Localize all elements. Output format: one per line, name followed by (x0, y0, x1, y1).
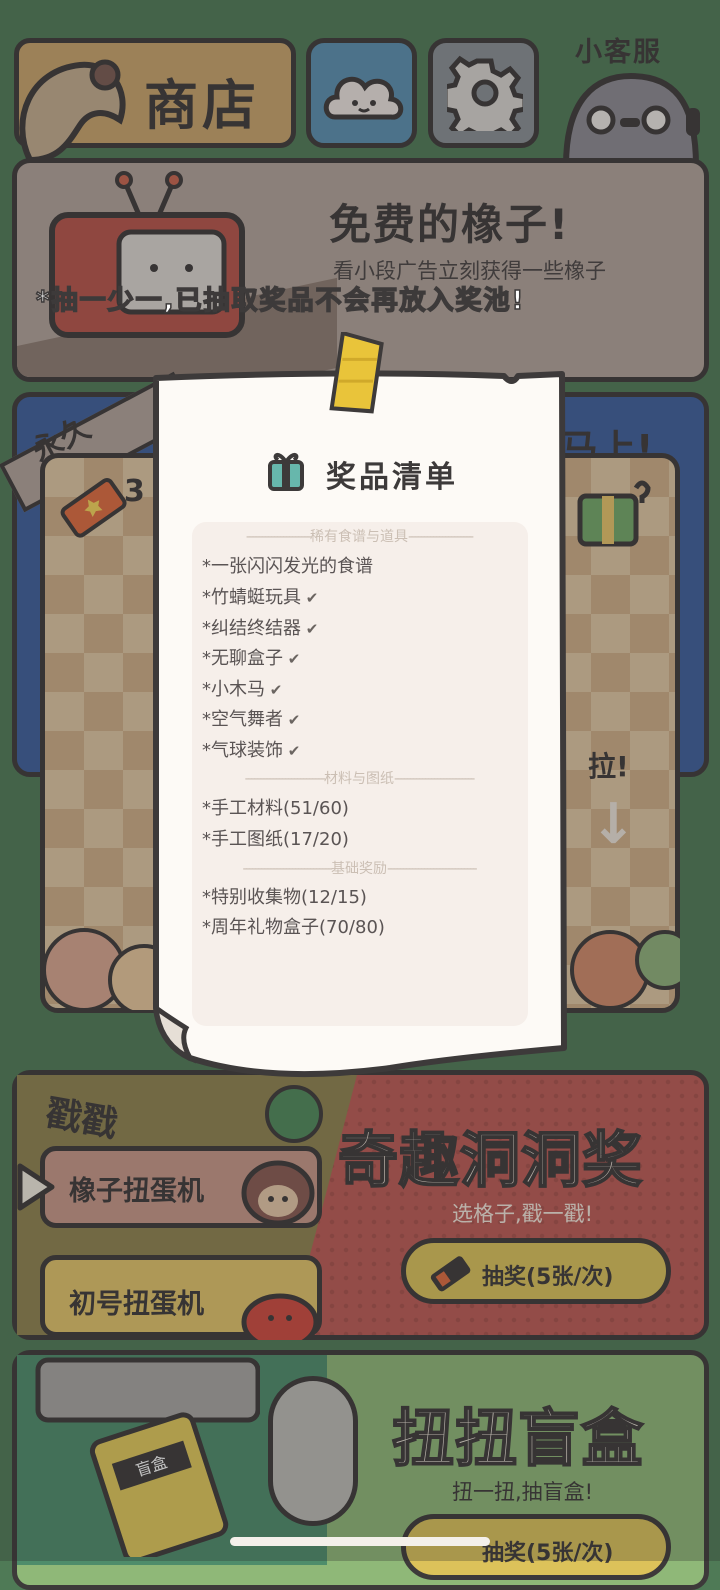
prize-item-label: *空气舞者 (202, 709, 283, 730)
list-item: *一张闪闪发光的食谱 (202, 552, 373, 578)
list-item: *无聊盒子 ✔ (202, 644, 300, 670)
capsule-balls-right (570, 915, 695, 1010)
blind-box-subtitle: 扭一扭,抽盲盒! (452, 1480, 594, 1504)
blind-box-draw-label: 抽奖(5张/次) (482, 1541, 614, 1566)
list-item: *手工图纸(17/20) (202, 825, 349, 851)
list-item: *特别收集物(12/15) (202, 883, 367, 909)
list-item: *气球装饰 ✔ (202, 736, 300, 762)
prize-list-title: 奖品清单 (326, 460, 458, 495)
gear-icon (447, 55, 523, 131)
prize-list-header: 奖品清单 (266, 446, 466, 495)
mystery-gift-icon (574, 474, 654, 554)
section-title-materials: 材料与图纸 (324, 771, 394, 787)
blind-box-title: 扭扭盲盒 (391, 1401, 645, 1476)
hole-prize-title: 奇趣洞洞奖 (337, 1125, 643, 1197)
list-item: *手工材料(51/60) (202, 794, 349, 820)
prize-list-panel[interactable]: ---------------------稀有食谱与道具------------… (192, 522, 528, 1026)
list-item: *空气舞者 ✔ (202, 705, 300, 731)
gift-icon (268, 453, 304, 491)
prize-item-label: *气球装饰 (202, 740, 283, 761)
list-item: *竹蜻蜓玩具 ✔ (202, 583, 318, 609)
ticket-icon (58, 472, 128, 542)
prize-item-label: *一张闪闪发光的食谱 (202, 556, 373, 577)
prize-item-label: *无聊盒子 (202, 648, 283, 669)
section-header: --------------------------材料与图纸---------… (244, 771, 476, 787)
draw-rule-notice: *抽一少一,已抽取奖品不会再放入奖池! (35, 285, 526, 317)
checkmark-icon: ✔ (283, 742, 301, 760)
checkmark-icon: ✔ (265, 681, 283, 699)
prize-item-label: *特别收集物(12/15) (202, 887, 367, 908)
red-bird-icon (241, 1293, 319, 1340)
capsule-tube (268, 1376, 358, 1526)
prize-item-label: *手工图纸(17/20) (202, 829, 349, 850)
list-item: *小木马 ✔ (202, 675, 282, 701)
list-item: *纠结终结器 ✔ (202, 614, 318, 640)
prize-item-label: *小木马 (202, 679, 265, 700)
first-gacha-label: 初号扭蛋机 (69, 1289, 204, 1320)
tape-icon (326, 330, 386, 416)
cloud-icon (323, 76, 404, 120)
prize-item-label: *周年礼物盒子(70/80) (202, 917, 385, 938)
acorn-gacha-button[interactable]: 橡子扭蛋机 (40, 1146, 322, 1228)
list-item: *周年礼物盒子(70/80) (202, 913, 385, 939)
pull-arrow-icon[interactable]: ↓ (590, 792, 637, 857)
checkmark-icon: ✔ (301, 620, 319, 638)
support-bird-button[interactable] (556, 68, 706, 169)
blind-box-draw-button[interactable]: 抽奖(5张/次) (401, 1514, 671, 1580)
section-header: ---------------------稀有食谱与道具------------… (245, 529, 474, 545)
support-label: 小客服 (575, 37, 662, 68)
pull-label: 拉! (588, 750, 629, 783)
settings-button[interactable] (428, 38, 539, 148)
hole-prize-draw-button[interactable]: 抽奖(5张/次) (401, 1238, 671, 1304)
prize-item-label: *手工材料(51/60) (202, 798, 349, 819)
prize-item-label: *纠结终结器 (202, 618, 301, 639)
hole-prize-subtitle: 选格子,戳一戳! (452, 1202, 594, 1226)
selected-indicator-icon (16, 1162, 56, 1212)
ticket-count: 3 (124, 474, 145, 509)
checkmark-icon: ✔ (283, 650, 301, 668)
section-header: -----------------------------基础奖励-------… (242, 861, 477, 877)
checkmark-icon: ✔ (301, 589, 319, 607)
free-acorns-title: 免费的橡子! (329, 200, 571, 249)
prize-list-dialog[interactable]: 奖品清单 ---------------------稀有食谱与道具-------… (150, 330, 570, 1084)
prize-item-label: *竹蜻蜓玩具 (202, 587, 301, 608)
first-gacha-button[interactable]: 初号扭蛋机 (40, 1255, 322, 1340)
tv-mascot-icon (44, 170, 254, 350)
cloud-button[interactable] (306, 38, 417, 148)
section-title-basic: 基础奖励 (331, 861, 387, 877)
home-indicator[interactable] (230, 1537, 490, 1546)
green-ball-icon (265, 1085, 323, 1143)
acorn-gacha-label: 橡子扭蛋机 (69, 1176, 204, 1207)
shop-label: 商店 (144, 74, 260, 137)
gacha-dispenser-icon: 盲盒 (30, 1352, 261, 1564)
squirrel-mascot-icon (10, 50, 135, 175)
ticket-icon (430, 1256, 471, 1292)
section-title-rare: 稀有食谱与道具 (310, 529, 408, 545)
hole-prize-draw-label: 抽奖(5张/次) (482, 1265, 614, 1290)
checkmark-icon: ✔ (283, 711, 301, 729)
acorn-icon (241, 1160, 315, 1225)
